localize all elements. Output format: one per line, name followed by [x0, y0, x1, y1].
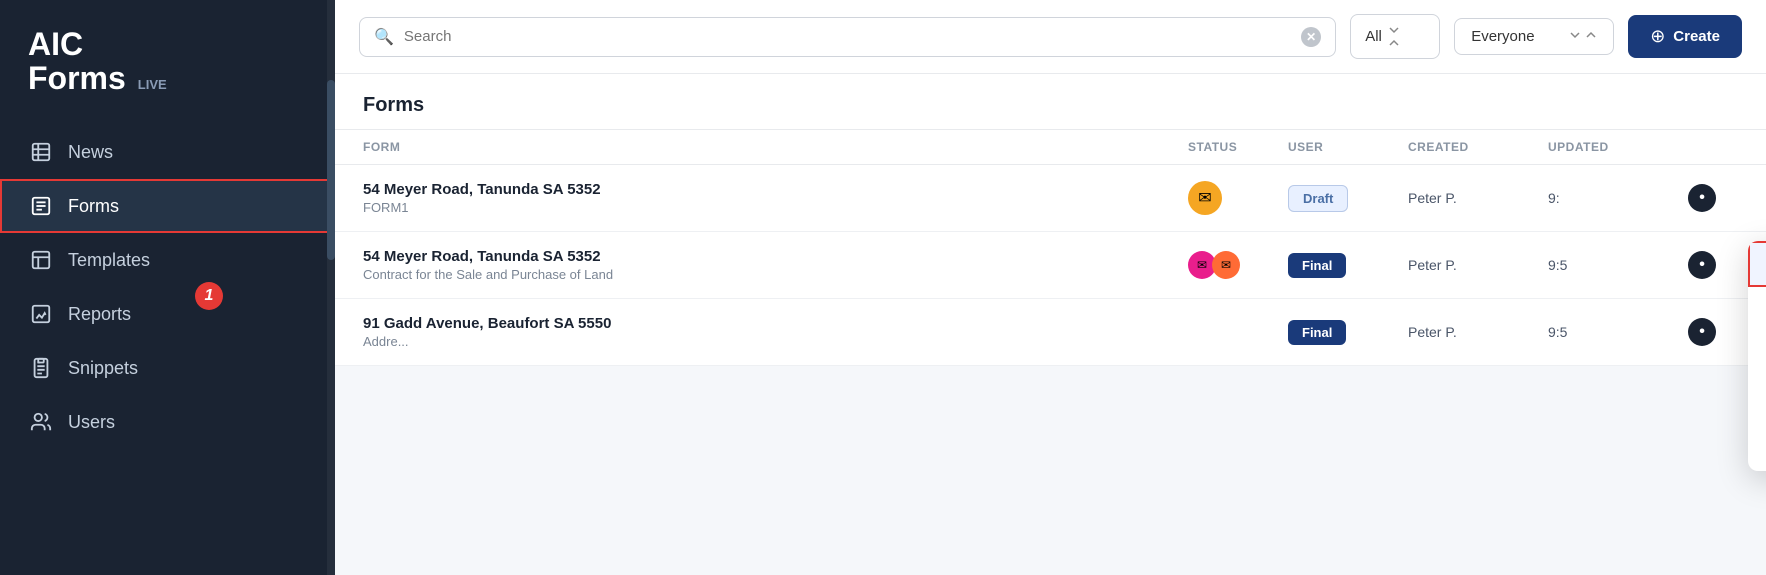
sidebar-item-templates-label: Templates: [68, 250, 150, 271]
reports-icon: [28, 301, 54, 327]
search-box[interactable]: 🔍 ✕: [359, 17, 1336, 57]
sidebar-item-users-label: Users: [68, 412, 115, 433]
context-menu: View Edit Download: [1748, 241, 1766, 471]
dots-menu-button-2[interactable]: •: [1688, 251, 1716, 279]
snippets-icon: [28, 355, 54, 381]
context-menu-item-new-related[interactable]: New Related: [1748, 425, 1766, 471]
filter-all-label: All: [1365, 28, 1382, 45]
logo-forms: Forms: [28, 60, 126, 97]
date-cell-1: 9:: [1548, 190, 1688, 206]
context-menu-item-view[interactable]: View: [1748, 241, 1766, 287]
form-cell-3: 91 Gadd Avenue, Beaufort SA 5550 Addre..…: [363, 315, 1188, 349]
forms-table: FORM STATUS USER CREATED UPDATED 54 Meye…: [335, 130, 1766, 366]
sidebar-item-reports-label: Reports: [68, 304, 131, 325]
actions-cell-1: •: [1688, 184, 1738, 212]
sidebar-item-users[interactable]: Users: [0, 395, 335, 449]
form-title-3: 91 Gadd Avenue, Beaufort SA 5550: [363, 315, 1188, 332]
create-button[interactable]: ⊕ Create: [1628, 15, 1742, 58]
filter-all-select[interactable]: All: [1350, 14, 1440, 59]
sidebar-item-reports[interactable]: Reports: [0, 287, 335, 341]
dots-menu-button-3[interactable]: •: [1688, 318, 1716, 346]
table-row: 91 Gadd Avenue, Beaufort SA 5550 Addre..…: [335, 299, 1766, 366]
logo-aic: AIC: [28, 28, 307, 60]
form-title-1: 54 Meyer Road, Tanunda SA 5352: [363, 181, 1188, 198]
sidebar-scrollbar[interactable]: [327, 0, 335, 575]
form-subtitle-2: Contract for the Sale and Purchase of La…: [363, 267, 1188, 282]
col-created: CREATED: [1408, 140, 1548, 154]
forms-section: Forms FORM STATUS USER CREATED UPDATED 5…: [335, 74, 1766, 575]
create-label: Create: [1673, 28, 1720, 45]
everyone-chevron: [1569, 28, 1597, 45]
col-status: STATUS: [1188, 140, 1288, 154]
sidebar: AIC Forms LIVE News Forms Templates: [0, 0, 335, 575]
context-menu-item-duplicate[interactable]: Duplicate: [1748, 379, 1766, 425]
form-cell-1: 54 Meyer Road, Tanunda SA 5352 FORM1: [363, 181, 1188, 215]
date-cell-2: 9:5: [1548, 257, 1688, 273]
user-cell-2: Peter P.: [1408, 257, 1548, 273]
sidebar-item-snippets[interactable]: Snippets: [0, 341, 335, 395]
status-icon-cell-2: ✉ ✉: [1188, 251, 1288, 279]
main-content: 🔍 ✕ All Everyone ⊕ Create Forms: [335, 0, 1766, 575]
actions-cell-3: •: [1688, 318, 1738, 346]
dots-menu-button-1[interactable]: •: [1688, 184, 1716, 212]
col-form: FORM: [363, 140, 1188, 154]
date-cell-3: 9:5: [1548, 324, 1688, 340]
logo-live-badge: LIVE: [138, 77, 167, 92]
table-header: FORM STATUS USER CREATED UPDATED: [335, 130, 1766, 165]
forms-title: Forms: [335, 74, 1766, 130]
user-cell-3: Peter P.: [1408, 324, 1548, 340]
sidebar-item-forms[interactable]: Forms: [0, 179, 335, 233]
create-plus-icon: ⊕: [1650, 26, 1665, 47]
sidebar-scrollbar-thumb: [327, 80, 335, 260]
status-badge-3: Final: [1288, 320, 1346, 345]
search-clear-button[interactable]: ✕: [1301, 27, 1321, 47]
templates-icon: [28, 247, 54, 273]
form-subtitle-1: FORM1: [363, 200, 1188, 215]
logo: AIC Forms LIVE: [0, 0, 335, 117]
status-badge-2: Final: [1288, 253, 1346, 278]
user-cell-1: Peter P.: [1408, 190, 1548, 206]
forms-icon: [28, 193, 54, 219]
sidebar-item-templates[interactable]: Templates: [0, 233, 335, 287]
users-icon: [28, 409, 54, 435]
sidebar-item-news[interactable]: News: [0, 125, 335, 179]
context-menu-item-download[interactable]: Download: [1748, 333, 1766, 379]
form-cell-2: 54 Meyer Road, Tanunda SA 5352 Contract …: [363, 248, 1188, 282]
status-badge-cell-1: Draft: [1288, 185, 1408, 212]
col-user: USER: [1288, 140, 1408, 154]
email-icon-1: ✉: [1188, 181, 1222, 215]
form-title-2: 54 Meyer Road, Tanunda SA 5352: [363, 248, 1188, 265]
filter-everyone-label: Everyone: [1471, 28, 1534, 45]
status-badge-1: Draft: [1288, 185, 1348, 212]
status-badge-cell-3: Final: [1288, 320, 1408, 345]
col-updated: UPDATED: [1548, 140, 1688, 154]
search-input[interactable]: [404, 28, 1291, 45]
search-icon: 🔍: [374, 27, 394, 47]
table-row: 54 Meyer Road, Tanunda SA 5352 FORM1 ✉ D…: [335, 165, 1766, 232]
status-badge-cell-2: Final: [1288, 253, 1408, 278]
filter-everyone-select[interactable]: Everyone: [1454, 18, 1614, 55]
sidebar-item-news-label: News: [68, 142, 113, 163]
context-menu-item-edit[interactable]: Edit: [1748, 287, 1766, 333]
topbar: 🔍 ✕ All Everyone ⊕ Create: [335, 0, 1766, 74]
sidebar-nav: News Forms Templates Reports: [0, 117, 335, 457]
actions-cell-2: • View Edit: [1688, 251, 1738, 279]
news-icon: [28, 139, 54, 165]
status-icon-cell-1: ✉: [1188, 181, 1288, 215]
col-actions: [1688, 140, 1738, 154]
table-row: 54 Meyer Road, Tanunda SA 5352 Contract …: [335, 232, 1766, 299]
sidebar-item-forms-label: Forms: [68, 196, 119, 217]
filter-all-chevron: [1388, 24, 1400, 49]
annotation-badge-1: 1: [195, 282, 223, 310]
email-icon-2b: ✉: [1212, 251, 1240, 279]
sidebar-item-snippets-label: Snippets: [68, 358, 138, 379]
form-subtitle-3: Addre...: [363, 334, 1188, 349]
